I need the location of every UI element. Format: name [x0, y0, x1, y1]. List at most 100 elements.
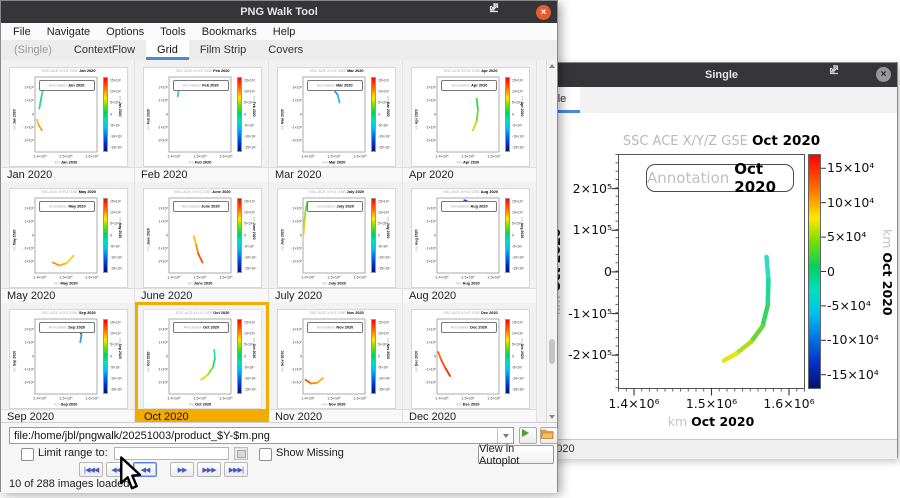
grid-cell-oct-2020[interactable]: SSC ACE X/Y/Z GSE Oct 2020Annotation Oct… [135, 302, 269, 422]
pngwalk-titlebar[interactable]: PNG Walk Tool × [1, 1, 557, 23]
thumbnail-card[interactable]: SSC ACE X/Y/Z GSE Feb 2020Annotation Feb… [143, 67, 262, 167]
menu-help[interactable]: Help [265, 26, 304, 38]
thumb-x-tick: 1.5×10⁶ [189, 276, 211, 280]
desktop: Single × Single SSC ACE X/Y/Z GSE Oct 20… [0, 0, 900, 498]
thumb-cbar-tick: -15×10⁴ [244, 146, 257, 150]
close-icon[interactable]: × [536, 5, 551, 20]
scrollbar-thumb[interactable] [549, 339, 555, 364]
thumb-label[interactable]: Oct 2020 [138, 409, 266, 422]
status-text: 10 of 288 images loaded. [9, 478, 133, 490]
thumb-label[interactable]: Sep 2020 [1, 409, 134, 422]
thumbnail-card[interactable]: SSC ACE X/Y/Z GSE Jan 2020Annotation Jan… [9, 67, 128, 167]
thumb-label[interactable]: Mar 2020 [269, 167, 402, 182]
menu-navigate[interactable]: Navigate [39, 26, 98, 38]
thumbnail-card[interactable]: SSC ACE X/Y/Z GSE Oct 2020Annotation Oct… [143, 309, 262, 409]
thumb-x-tick: 1.6×10⁶ [483, 155, 505, 159]
thumbnail-card[interactable]: SSC ACE X/Y/Z GSE Aug 2020Annotation Aug… [411, 188, 530, 288]
thumbnail-card[interactable]: SSC ACE X/Y/Z GSE Nov 2020Annotation Nov… [277, 309, 396, 409]
thumb-label[interactable]: Nov 2020 [269, 409, 402, 422]
menu-bookmarks[interactable]: Bookmarks [194, 26, 265, 38]
thumb-cbar-tick: -15×10⁴ [244, 267, 257, 271]
grid-cell-dec-2020[interactable]: SSC ACE X/Y/Z GSE Dec 2020Annotation Dec… [403, 302, 537, 422]
calendar-button[interactable] [234, 447, 248, 460]
open-folder-button[interactable] [540, 427, 558, 444]
nav-first-button[interactable]: |◀◀◀ [79, 462, 103, 477]
grid-cell-mar-2020[interactable]: SSC ACE X/Y/Z GSE Mar 2020Annotation Mar… [269, 60, 403, 181]
y-tick-label: -1×10⁵ [566, 306, 612, 322]
thumb-x-tick: 1.6×10⁶ [349, 276, 371, 280]
thumbnail-card[interactable]: SSC ACE X/Y/Z GSE July 2020Annotation Ju… [277, 188, 396, 288]
grid-cell-june-2020[interactable]: SSC ACE X/Y/Z GSE June 2020Annotation Ju… [135, 181, 269, 302]
thumb-label[interactable]: Jan 2020 [1, 167, 134, 182]
thumb-x-axis-label: km Oct 2020 [173, 402, 228, 406]
maximize-icon[interactable] [512, 5, 526, 19]
grid-cell-aug-2020[interactable]: SSC ACE X/Y/Z GSE Aug 2020Annotation Aug… [403, 181, 537, 302]
thumbnail-card[interactable]: SSC ACE X/Y/Z GSE Apr 2020Annotation Apr… [411, 67, 530, 167]
thumb-colorbar [103, 319, 108, 394]
grid-cell-sep-2020[interactable]: SSC ACE X/Y/Z GSE Sep 2020Annotation Sep… [1, 302, 135, 422]
nav-last-button[interactable]: ▶▶▶| [224, 462, 248, 477]
pngwalk-title: PNG Walk Tool [240, 6, 318, 18]
thumb-x-axis-label: km Dec 2020 [441, 402, 496, 406]
thumb-label[interactable]: May 2020 [1, 288, 134, 303]
tab-grid[interactable]: Grid [146, 40, 189, 60]
thumb-label[interactable]: June 2020 [135, 288, 268, 303]
thumb-x-tick: 1.4×10⁶ [431, 397, 453, 401]
grid-cell-may-2020[interactable]: SSC ACE X/Y/Z GSE May 2020Annotation May… [1, 181, 135, 302]
view-in-autoplot-button[interactable]: View in Autoplot [478, 445, 554, 464]
thumb-label[interactable]: Dec 2020 [403, 409, 536, 422]
thumb-y-axis-label: km Dec 2020 [415, 349, 419, 372]
colorbar-tick-label: -5×10⁴ [827, 298, 871, 314]
colorbar[interactable] [808, 154, 821, 389]
grid-cell-nov-2020[interactable]: SSC ACE X/Y/Z GSE Nov 2020Annotation Nov… [269, 302, 403, 422]
thumb-label[interactable]: Apr 2020 [403, 167, 536, 182]
show-missing-checkbox[interactable] [259, 448, 272, 461]
menu-options[interactable]: Options [98, 26, 152, 38]
plot-annotation[interactable]: Annotation Oct 2020 [646, 164, 794, 192]
template-input[interactable] [10, 428, 497, 443]
template-combobox[interactable] [9, 427, 514, 444]
thumbnail-card[interactable]: SSC ACE X/Y/Z GSE May 2020Annotation May… [9, 188, 128, 288]
scroll-up-icon[interactable] [547, 60, 557, 71]
scroll-down-icon[interactable] [547, 411, 557, 422]
limit-range-checkbox[interactable] [21, 448, 34, 461]
grid-cell-july-2020[interactable]: SSC ACE X/Y/Z GSE July 2020Annotation Ju… [269, 181, 403, 302]
menu-file[interactable]: File [5, 26, 39, 38]
grid-cell-feb-2020[interactable]: SSC ACE X/Y/Z GSE Feb 2020Annotation Feb… [135, 60, 269, 181]
thumb-cbar-label: km Aug 2020 [520, 217, 524, 240]
tab-contextflow[interactable]: ContextFlow [63, 40, 146, 60]
grid-scrollbar[interactable] [546, 60, 557, 422]
maximize-icon[interactable] [852, 67, 866, 81]
grid-cell-jan-2020[interactable]: SSC ACE X/Y/Z GSE Jan 2020Annotation Jan… [1, 60, 135, 181]
thumb-colorbar [505, 198, 510, 273]
play-button[interactable] [519, 427, 537, 444]
nav-next-page-button[interactable]: ▶▶▶ [197, 462, 221, 477]
thumb-colorbar [237, 319, 242, 394]
single-plot[interactable]: SSC ACE X/Y/Z GSE Oct 2020 Annotation Oc… [546, 113, 897, 439]
grid-cell-apr-2020[interactable]: SSC ACE X/Y/Z GSE Apr 2020Annotation Apr… [403, 60, 537, 181]
combobox-dropdown-icon[interactable] [497, 428, 513, 443]
thumb-x-axis-label: km Apr 2020 [441, 160, 496, 164]
thumb-y-tick: -1×10⁵ [422, 126, 436, 130]
nav-next-button[interactable]: ▶▶ [170, 462, 194, 477]
thumb-cbar-tick: -10×10⁴ [244, 377, 257, 381]
single-window-titlebar[interactable]: Single × [546, 63, 897, 87]
thumb-label[interactable]: Aug 2020 [403, 288, 536, 303]
close-icon[interactable]: × [876, 67, 891, 82]
thumb-y-tick: -2×10⁵ [422, 260, 436, 264]
thumb-label[interactable]: Feb 2020 [135, 167, 268, 182]
menu-tools[interactable]: Tools [152, 26, 194, 38]
thumb-y-tick: -1×10⁵ [20, 368, 34, 372]
thumbnail-card[interactable]: SSC ACE X/Y/Z GSE Mar 2020Annotation Mar… [277, 67, 396, 167]
thumb-cbar-tick: -10×10⁴ [378, 256, 391, 260]
thumbnail-card[interactable]: SSC ACE X/Y/Z GSE Dec 2020Annotation Dec… [411, 309, 530, 409]
thumb-cbar-tick: 15×10⁴ [378, 321, 389, 325]
thumb-label[interactable]: July 2020 [269, 288, 402, 303]
thumb-y-tick: 0 [20, 355, 34, 359]
tab-filmstrip[interactable]: Film Strip [189, 40, 257, 60]
single-window-title: Single [705, 69, 738, 81]
thumb-cbar-tick: -10×10⁴ [244, 135, 257, 139]
tab-covers[interactable]: Covers [257, 40, 314, 60]
thumbnail-card[interactable]: SSC ACE X/Y/Z GSE Sep 2020Annotation Sep… [9, 309, 128, 409]
thumbnail-card[interactable]: SSC ACE X/Y/Z GSE June 2020Annotation Ju… [143, 188, 262, 288]
